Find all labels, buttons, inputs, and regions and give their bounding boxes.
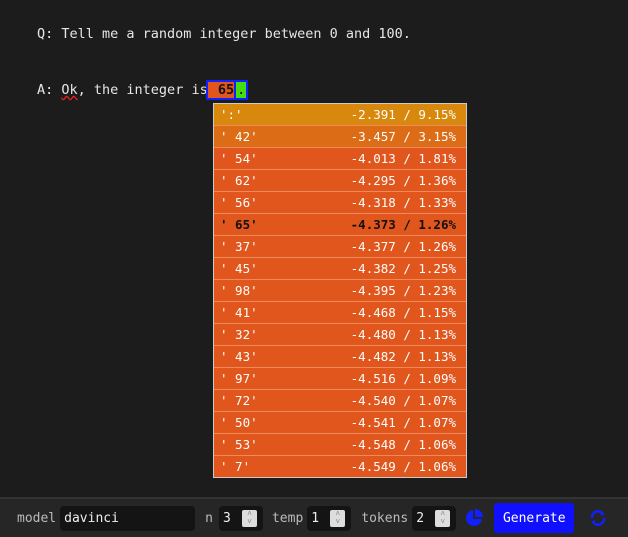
alt-token: ' 98' — [220, 283, 258, 298]
alternative-token-row[interactable]: ' 56' -4.318 / 1.33% — [214, 192, 466, 214]
tokens-input[interactable]: 2 ˄ ˅ — [412, 505, 457, 531]
alt-logprob: -4.549 / 1.06% — [350, 459, 456, 474]
generate-button[interactable]: Generate — [494, 503, 575, 533]
alt-token: ' 72' — [220, 393, 258, 408]
alternative-token-row[interactable]: ' 53' -4.548 / 1.06% — [214, 434, 466, 456]
answer-text[interactable]: A: Ok, the integer is 65. — [37, 80, 249, 100]
question-text: Q: Tell me a random integer between 0 an… — [37, 26, 411, 42]
alternative-token-row[interactable]: ' 72' -4.540 / 1.07% — [214, 390, 466, 412]
alt-token: ' 42' — [220, 129, 258, 144]
alt-logprob: -4.540 / 1.07% — [350, 393, 456, 408]
alt-logprob: -4.541 / 1.07% — [350, 415, 456, 430]
model-label: model — [17, 510, 57, 526]
temp-value: 1 — [311, 510, 320, 526]
alternative-token-row[interactable]: ' 62' -4.295 / 1.36% — [214, 170, 466, 192]
alternative-token-row[interactable]: ' 65' -4.373 / 1.26% — [214, 214, 466, 236]
alternative-token-row[interactable]: ' 41' -4.468 / 1.15% — [214, 302, 466, 324]
tokens-label: tokens — [361, 510, 409, 526]
alt-token: ' 32' — [220, 327, 258, 342]
alternative-token-row[interactable]: ' 32' -4.480 / 1.13% — [214, 324, 466, 346]
misspelled-word: Ok — [61, 82, 78, 98]
alt-logprob: -4.377 / 1.26% — [350, 239, 456, 254]
selected-token[interactable]: 65 — [205, 80, 239, 100]
tokens-stepper-icon[interactable]: ˄ ˅ — [435, 509, 451, 527]
alt-token: ' 50' — [220, 415, 258, 430]
alt-token: ' 54' — [220, 151, 258, 166]
alt-logprob: -4.480 / 1.13% — [350, 327, 456, 342]
alt-token: ' 62' — [220, 173, 258, 188]
alt-logprob: -4.373 / 1.26% — [350, 217, 456, 232]
toolbar: model davinci n 3 ˄ ˅ temp 1 ˄ ˅ tokens 2 ˄ ˅ … — [0, 497, 628, 537]
alt-token: ' 53' — [220, 437, 258, 452]
alt-logprob: -4.482 / 1.13% — [350, 349, 456, 364]
alt-token: ' 45' — [220, 261, 258, 276]
alt-logprob: -4.295 / 1.36% — [350, 173, 456, 188]
alternative-token-row[interactable]: ' 37' -4.377 / 1.26% — [214, 236, 466, 258]
alt-logprob: -4.516 / 1.09% — [350, 371, 456, 386]
n-input[interactable]: 3 ˄ ˅ — [218, 505, 263, 531]
alternative-token-row[interactable]: ' 50' -4.541 / 1.07% — [214, 412, 466, 434]
alternative-token-row[interactable]: ' 7' -4.549 / 1.06% — [214, 456, 466, 477]
temp-label: temp — [271, 510, 304, 526]
alt-logprob: -3.457 / 3.15% — [350, 129, 456, 144]
pie-chart-icon[interactable] — [464, 508, 484, 528]
alt-logprob: -2.391 / 9.15% — [350, 107, 456, 122]
alternative-token-row[interactable]: ' 98' -4.395 / 1.23% — [214, 280, 466, 302]
alt-token: ' 56' — [220, 195, 258, 210]
next-token[interactable]: . — [234, 80, 249, 100]
alt-logprob: -4.468 / 1.15% — [350, 305, 456, 320]
refresh-icon[interactable] — [588, 508, 608, 528]
temp-stepper-icon[interactable]: ˄ ˅ — [330, 509, 346, 527]
token-alternatives-popup: ':' -2.391 / 9.15% ' 42' -3.457 / 3.15% ' 54… — [213, 103, 467, 478]
answer-prefix: A: — [37, 82, 62, 98]
temp-input[interactable]: 1 ˄ ˅ — [307, 505, 352, 531]
model-value: davinci — [64, 510, 119, 526]
model-input[interactable]: davinci — [60, 505, 196, 531]
alt-logprob: -4.318 / 1.33% — [350, 195, 456, 210]
alt-logprob: -4.382 / 1.25% — [350, 261, 456, 276]
alt-token: ':' — [220, 107, 243, 122]
alt-token: ' 97' — [220, 371, 258, 386]
alt-token: ' 37' — [220, 239, 258, 254]
n-value: 3 — [222, 510, 231, 526]
alt-token: ' 65' — [220, 217, 258, 232]
alternative-token-row[interactable]: ' 45' -4.382 / 1.25% — [214, 258, 466, 280]
n-label: n — [205, 510, 213, 526]
answer-rest: , the integer is — [77, 82, 208, 98]
alternative-token-row[interactable]: ' 97' -4.516 / 1.09% — [214, 368, 466, 390]
alt-logprob: -4.548 / 1.06% — [350, 437, 456, 452]
tokens-value: 2 — [416, 510, 425, 526]
alt-logprob: -4.395 / 1.23% — [350, 283, 456, 298]
alt-token: ' 41' — [220, 305, 258, 320]
alt-logprob: -4.013 / 1.81% — [350, 151, 456, 166]
alternative-token-row[interactable]: ' 43' -4.482 / 1.13% — [214, 346, 466, 368]
alternative-token-row[interactable]: ':' -2.391 / 9.15% — [214, 104, 466, 126]
n-stepper-icon[interactable]: ˄ ˅ — [241, 509, 257, 527]
alt-token: ' 7' — [220, 459, 251, 474]
alt-token: ' 43' — [220, 349, 258, 364]
alternative-token-row[interactable]: ' 42' -3.457 / 3.15% — [214, 126, 466, 148]
alternative-token-row[interactable]: ' 54' -4.013 / 1.81% — [214, 148, 466, 170]
